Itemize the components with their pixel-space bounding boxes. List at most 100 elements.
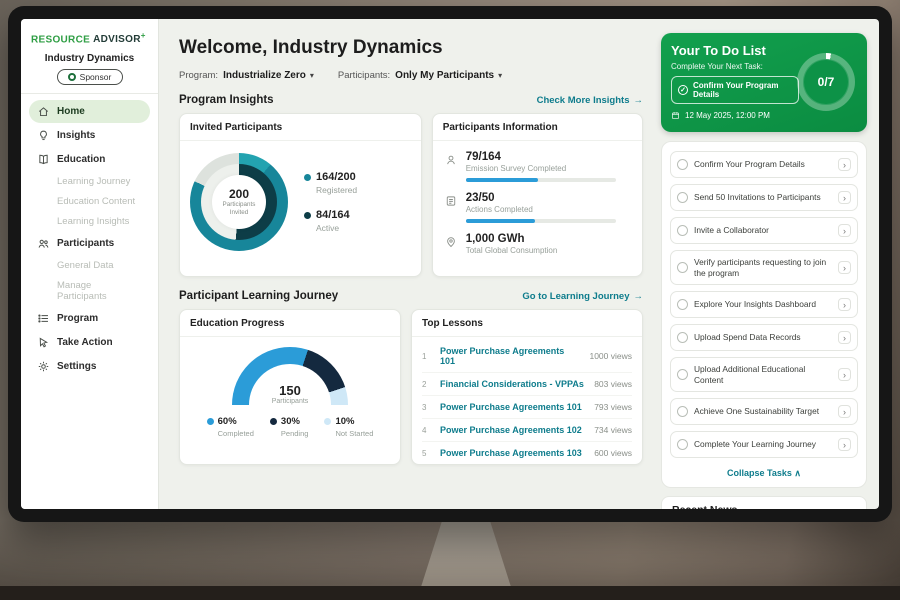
sponsor-badge[interactable]: Sponsor [57,69,123,85]
lesson-row[interactable]: 2 Financial Considerations - VPPAs 803 v… [422,373,632,396]
todo-summary-card: Your To Do List Complete Your Next Task:… [661,33,867,132]
task-checkbox[interactable] [677,159,688,170]
todo-progress-value: 0/7 [818,75,835,89]
check-more-insights-link[interactable]: Check More Insights → [537,95,643,106]
location-pin-icon [445,233,458,255]
task-row[interactable]: Invite a Collaborator › [670,217,858,244]
lesson-views: 803 views [594,379,632,389]
lesson-row[interactable]: 3 Power Purchase Agreements 101 793 view… [422,396,632,419]
chevron-right-icon[interactable]: › [838,368,851,381]
sidebar-item-program[interactable]: Program [29,307,150,330]
legend-value: 164/200 [316,171,356,183]
task-row[interactable]: Explore Your Insights Dashboard › [670,291,858,318]
sidebar-item-learning-journey[interactable]: Learning Journey [29,172,150,191]
sidebar-item-label: Home [57,106,85,117]
legend-label: Pending [281,429,309,438]
sidebar-item-education[interactable]: Education [29,148,150,171]
sidebar-item-label: Education [57,154,105,165]
sidebar-item-home[interactable]: Home [29,100,150,123]
program-insights-header: Program Insights Check More Insights → [179,94,643,106]
legend-value: 84/164 [316,209,350,221]
sponsor-badge-label: Sponsor [80,72,112,82]
task-checkbox[interactable] [677,192,688,203]
collapse-tasks-link[interactable]: Collapse Tasks ∧ [670,464,858,482]
task-checkbox[interactable] [677,369,688,380]
sidebar-item-settings[interactable]: Settings [29,355,150,378]
lesson-title-link[interactable]: Power Purchase Agreements 101 [440,402,586,412]
chevron-right-icon[interactable]: › [838,298,851,311]
next-task-pill[interactable]: ✓ Confirm Your Program Details [671,76,799,104]
chevron-right-icon[interactable]: › [838,158,851,171]
program-insights-cards: Invited Participants 200 Participants In… [179,113,643,277]
task-row[interactable]: Verify participants requesting to join t… [670,250,858,285]
task-row[interactable]: Upload Additional Educational Content › [670,357,858,392]
chevron-right-icon[interactable]: › [838,191,851,204]
education-gauge-chart: 150 Participants [232,347,348,405]
sidebar-item-manage-participants[interactable]: Manage Participants [29,276,150,306]
invited-donut-chart: 200 Participants Invited [190,153,288,251]
info-row: 79/164 Emission Survey Completed [445,151,630,182]
recent-news-header[interactable]: Recent News [661,496,867,509]
chevron-right-icon[interactable]: › [838,224,851,237]
sidebar: RESOURCEADVISOR+ Industry Dynamics Spons… [21,19,159,509]
learning-journey-cards: Education Progress 150 Participants [179,309,643,465]
lesson-row[interactable]: 1 Power Purchase Agreements 101 1000 vie… [422,340,632,373]
sidebar-item-label: Insights [57,130,95,141]
task-checkbox[interactable] [677,406,688,417]
book-icon [37,153,50,166]
info-row: 23/50 Actions Completed [445,192,630,223]
task-row[interactable]: Confirm Your Program Details › [670,151,858,178]
lesson-row[interactable]: 5 Power Purchase Agreements 103 600 view… [422,442,632,464]
lesson-title-link[interactable]: Financial Considerations - VPPAs [440,379,586,389]
sponsor-icon [68,73,76,81]
task-checkbox[interactable] [677,439,688,450]
calendar-icon [671,111,680,120]
learning-journey-header: Participant Learning Journey Go to Learn… [179,290,643,302]
participants-filter[interactable]: Participants: Only My Participants ▾ [338,70,502,81]
task-row[interactable]: Complete Your Learning Journey › [670,431,858,458]
lesson-rank: 2 [422,380,432,389]
go-to-learning-journey-link[interactable]: Go to Learning Journey → [522,291,643,302]
lesson-title-link[interactable]: Power Purchase Agreements 103 [440,448,586,458]
task-checkbox[interactable] [677,262,688,273]
people-icon [37,237,50,250]
sidebar-item-take-action[interactable]: Take Action [29,331,150,354]
sidebar-item-insights[interactable]: Insights [29,124,150,147]
chevron-right-icon[interactable]: › [838,405,851,418]
task-label: Complete Your Learning Journey [694,439,832,450]
sidebar-item-label: Learning Insights [57,216,129,227]
task-row[interactable]: Achieve One Sustainability Target › [670,398,858,425]
dashboard-screen: RESOURCEADVISOR+ Industry Dynamics Spons… [21,19,879,509]
lesson-row[interactable]: 4 Power Purchase Agreements 102 734 view… [422,419,632,442]
program-filter-value: Industrialize Zero [223,70,306,81]
task-row[interactable]: Upload Spend Data Records › [670,324,858,351]
chevron-right-icon[interactable]: › [838,438,851,451]
task-checkbox[interactable] [677,332,688,343]
link-label: Go to Learning Journey [522,291,629,302]
logo-text-advisor: ADVISOR [93,34,141,45]
task-checkbox[interactable] [677,299,688,310]
sidebar-item-label: Program [57,313,98,324]
legend-value: 60% [218,416,237,427]
link-label: Check More Insights [537,95,630,106]
gauge-center-label: Participants [232,398,348,405]
gear-icon [37,360,50,373]
lesson-title-link[interactable]: Power Purchase Agreements 102 [440,425,586,435]
task-row[interactable]: Send 50 Invitations to Participants › [670,184,858,211]
task-checkbox[interactable] [677,225,688,236]
lesson-title-link[interactable]: Power Purchase Agreements 101 [440,346,581,366]
chevron-right-icon[interactable]: › [838,261,851,274]
legend-dot [324,418,331,425]
donut-center-label: Participants Invited [216,201,262,217]
task-label: Explore Your Insights Dashboard [694,299,832,310]
info-row: 1,000 GWh Total Global Consumption [445,233,630,255]
chevron-right-icon[interactable]: › [838,331,851,344]
sidebar-item-learning-insights[interactable]: Learning Insights [29,212,150,231]
lesson-views: 600 views [594,448,632,458]
program-filter[interactable]: Program: Industrialize Zero ▾ [179,70,314,81]
sidebar-item-participants[interactable]: Participants [29,232,150,255]
todo-panel: Your To Do List Complete Your Next Task:… [655,19,879,509]
lesson-rank: 5 [422,449,432,458]
sidebar-item-education-content[interactable]: Education Content [29,192,150,211]
sidebar-item-general-data[interactable]: General Data [29,256,150,275]
